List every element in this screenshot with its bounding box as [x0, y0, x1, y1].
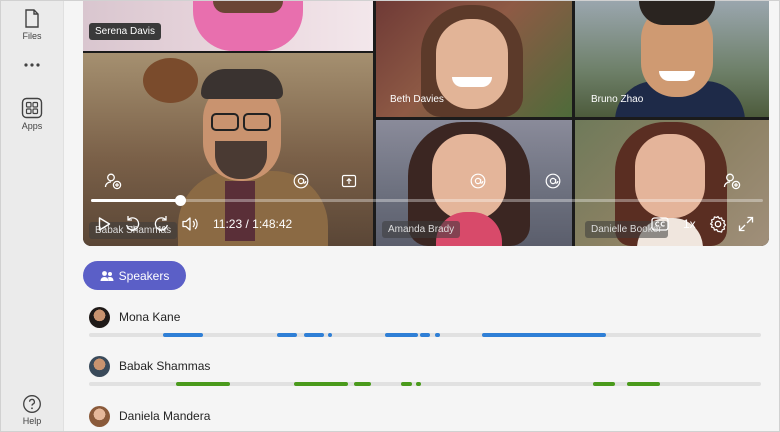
speech-segment[interactable] — [482, 333, 607, 337]
speech-segment[interactable] — [416, 382, 421, 386]
mention-icon[interactable] — [470, 173, 486, 189]
closed-captions-icon — [651, 217, 669, 231]
speech-segment[interactable] — [293, 382, 348, 386]
speech-segment[interactable] — [435, 333, 440, 337]
seek-bar-progress — [91, 199, 180, 202]
rail-help-label: Help — [22, 416, 42, 426]
speech-segment[interactable] — [176, 382, 231, 386]
playback-time: 11:23 / 1:48:42 — [213, 217, 293, 231]
volume-button[interactable] — [181, 215, 199, 233]
speaker-name: Mona Kane — [119, 310, 181, 324]
fullscreen-button[interactable] — [738, 216, 754, 232]
captions-button[interactable] — [651, 216, 669, 232]
seek-bar[interactable] — [91, 195, 763, 206]
svg-text:10: 10 — [158, 226, 166, 233]
app-window: Files Apps Help Serena Davis Babak Shamm… — [0, 0, 780, 432]
help-icon — [23, 395, 41, 413]
participant-name-tag: Amanda Brady — [382, 221, 461, 238]
left-rail: Files Apps Help — [1, 1, 64, 431]
svg-text:10: 10 — [130, 226, 138, 233]
add-person-icon[interactable] — [104, 172, 122, 190]
speakers-button-label: Speakers — [118, 268, 170, 283]
apps-icon — [21, 97, 43, 119]
speaker-name: Babak Shammas — [119, 359, 211, 373]
rail-files[interactable]: Files — [1, 9, 63, 41]
avatar — [89, 406, 110, 427]
play-icon — [98, 217, 111, 231]
speech-segment[interactable] — [593, 382, 616, 386]
more-icon — [24, 63, 40, 67]
video-tile-serena: Serena Davis — [83, 1, 373, 51]
speaker-timeline[interactable] — [89, 333, 761, 337]
rail-help[interactable]: Help — [1, 394, 63, 426]
speaker-timeline[interactable] — [89, 382, 761, 386]
video-tile-beth: Beth Davies — [376, 1, 572, 117]
speech-segment[interactable] — [277, 333, 298, 337]
volume-icon — [182, 217, 198, 231]
file-icon — [25, 9, 39, 28]
participant-name-tag: Serena Davis — [89, 23, 162, 40]
people-icon — [100, 270, 114, 281]
add-person-icon[interactable] — [723, 172, 741, 190]
rewind-10-icon: 10 — [126, 216, 140, 233]
expand-icon — [738, 216, 754, 232]
speech-segment[interactable] — [626, 382, 661, 386]
playback-speed-button[interactable]: 1x — [683, 217, 696, 231]
participant-name-tag: Bruno Zhao — [591, 94, 644, 105]
gear-icon — [709, 215, 727, 233]
speech-segment[interactable] — [354, 382, 372, 386]
video-tile-bruno: Bruno Zhao — [575, 1, 769, 117]
speakers-button[interactable]: Speakers — [83, 261, 186, 290]
mention-icon[interactable] — [545, 173, 561, 189]
seek-bar-handle[interactable] — [174, 195, 186, 206]
speaker-name: Daniela Mandera — [119, 409, 211, 423]
speech-segment[interactable] — [401, 382, 412, 386]
avatar — [89, 356, 110, 377]
rail-files-label: Files — [22, 31, 42, 41]
play-button[interactable] — [96, 216, 112, 232]
avatar — [89, 307, 110, 328]
speech-segment[interactable] — [162, 333, 204, 337]
meeting-video-player[interactable]: Serena Davis Babak Shammas Beth Davies B… — [83, 1, 769, 246]
forward-10-icon: 10 — [154, 216, 168, 233]
forward-button[interactable]: 10 — [151, 214, 171, 234]
participant-name-tag: Beth Davies — [390, 94, 444, 105]
speech-segment[interactable] — [420, 333, 431, 337]
rail-apps-label: Apps — [21, 121, 43, 131]
mention-icon[interactable] — [293, 173, 309, 189]
share-screen-icon[interactable] — [341, 173, 357, 189]
rewind-button[interactable]: 10 — [123, 214, 143, 234]
speech-segment[interactable] — [327, 333, 333, 337]
rail-more[interactable] — [1, 61, 63, 71]
settings-button[interactable] — [709, 215, 727, 233]
speech-segment[interactable] — [384, 333, 419, 337]
rail-apps[interactable]: Apps — [1, 97, 63, 131]
speech-segment[interactable] — [304, 333, 325, 337]
